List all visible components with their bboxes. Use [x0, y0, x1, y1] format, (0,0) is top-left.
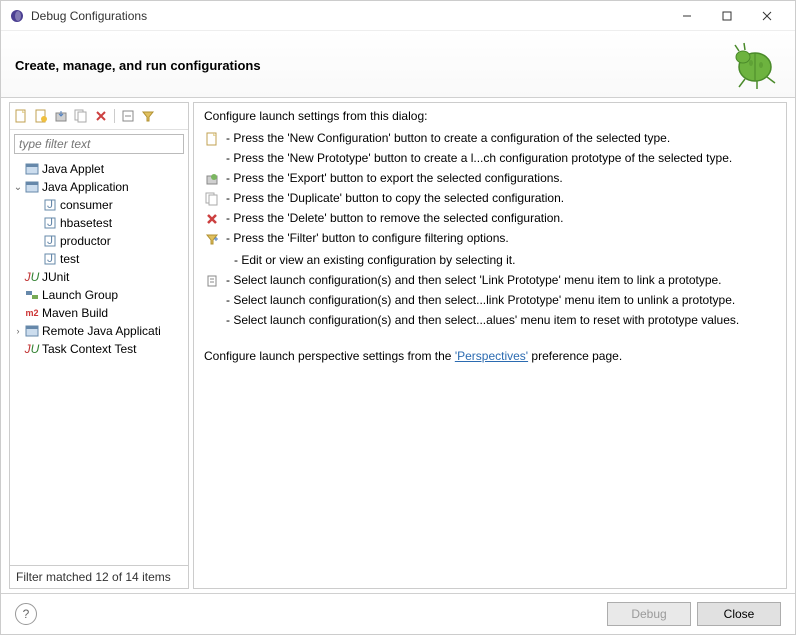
tree-item-launch-group[interactable]: Launch Group [10, 286, 188, 304]
instr-text: - Press the 'Delete' button to remove th… [226, 211, 776, 225]
perspective-text: Configure launch perspective settings fr… [204, 349, 776, 363]
delete-icon [204, 211, 220, 227]
new-config-button[interactable] [12, 107, 30, 125]
task-context-icon: JU [24, 341, 40, 357]
tree-item-maven[interactable]: m2Maven Build [10, 304, 188, 322]
filter-button[interactable] [139, 107, 157, 125]
expander-icon[interactable]: › [12, 326, 24, 336]
instr-del: - Press the 'Delete' button to remove th… [204, 211, 776, 227]
instr-dup: - Press the 'Duplicate' button to copy t… [204, 191, 776, 207]
tree-item-junit[interactable]: JUJUnit [10, 268, 188, 286]
tree-label: JUnit [42, 270, 69, 284]
debug-button: Debug [607, 602, 691, 626]
tree-item-productor[interactable]: Jproductor [10, 232, 188, 250]
java-class-icon: J [42, 233, 58, 249]
collapse-all-button[interactable] [119, 107, 137, 125]
instr-text: - Select launch configuration(s) and the… [226, 293, 776, 307]
tree-item-java-applet[interactable]: Java Applet [10, 160, 188, 178]
content: Java Applet ⌄Java Application Jconsumer … [1, 98, 795, 589]
tree-item-task-context[interactable]: JUTask Context Test [10, 340, 188, 358]
remote-java-icon [24, 323, 40, 339]
instr-text: - Press the 'Filter' button to configure… [226, 231, 776, 245]
java-class-icon: J [42, 197, 58, 213]
tree-item-java-application[interactable]: ⌄ Java Application [10, 178, 188, 196]
filter-icon [204, 231, 220, 247]
tree-item-remote-java[interactable]: › Remote Java Applicati [10, 322, 188, 340]
tree-label: test [60, 252, 79, 266]
svg-text:J: J [47, 253, 53, 265]
toolbar [10, 103, 188, 130]
instr-text: - Press the 'Duplicate' button to copy t… [226, 191, 776, 205]
intro-text: Configure launch settings from this dial… [204, 109, 776, 123]
header-title: Create, manage, and run configurations [15, 58, 261, 73]
maximize-button[interactable] [707, 2, 747, 30]
tree-label: Java Applet [42, 162, 104, 176]
instr-filter: - Press the 'Filter' button to configure… [204, 231, 776, 247]
tree-label: Launch Group [42, 288, 118, 302]
maven-icon: m2 [24, 305, 40, 321]
instr-new: - Press the 'New Configuration' button t… [204, 131, 776, 147]
help-button[interactable]: ? [15, 603, 37, 625]
instr-text: - Select launch configuration(s) and the… [226, 313, 776, 327]
tree-label: Task Context Test [42, 342, 137, 356]
link-icon [204, 273, 220, 289]
eclipse-icon [9, 8, 25, 24]
instr-edit: - Edit or view an existing configuration… [204, 253, 776, 267]
tree-label: Maven Build [42, 306, 108, 320]
bottom-bar: ? Debug Close [1, 593, 795, 634]
instr-export: - Press the 'Export' button to export th… [204, 171, 776, 187]
toolbar-separator [114, 109, 115, 123]
java-app-icon [24, 179, 40, 195]
filter-input[interactable] [14, 134, 184, 154]
expander-icon[interactable]: ⌄ [12, 182, 24, 193]
instr-text: - Press the 'New Prototype' button to cr… [226, 151, 776, 165]
tree-item-hbasetest[interactable]: Jhbasetest [10, 214, 188, 232]
duplicate-button[interactable] [72, 107, 90, 125]
perspectives-link[interactable]: 'Perspectives' [455, 349, 528, 363]
export-button[interactable] [52, 107, 70, 125]
close-button[interactable]: Close [697, 602, 781, 626]
instr-text: - Press the 'Export' button to export th… [226, 171, 776, 185]
tree-label: productor [60, 234, 111, 248]
svg-text:J: J [47, 199, 53, 211]
applet-icon [24, 161, 40, 177]
window-title: Debug Configurations [31, 9, 147, 23]
java-class-icon: J [42, 251, 58, 267]
tree-label: consumer [60, 198, 113, 212]
svg-text:J: J [47, 235, 53, 247]
tree-item-consumer[interactable]: Jconsumer [10, 196, 188, 214]
tree-label: Remote Java Applicati [42, 324, 161, 338]
tree-item-test[interactable]: Jtest [10, 250, 188, 268]
left-pane: Java Applet ⌄Java Application Jconsumer … [9, 102, 189, 589]
instr-text: - Select launch configuration(s) and the… [226, 273, 776, 287]
launch-group-icon [24, 287, 40, 303]
titlebar: Debug Configurations [1, 1, 795, 31]
tree-label: hbasetest [60, 216, 112, 230]
close-window-button[interactable] [747, 2, 787, 30]
java-class-icon: J [42, 215, 58, 231]
delete-button[interactable] [92, 107, 110, 125]
new-icon [204, 131, 220, 147]
instr-reset: - Select launch configuration(s) and the… [204, 313, 776, 329]
svg-text:J: J [47, 217, 53, 229]
config-tree: Java Applet ⌄Java Application Jconsumer … [10, 158, 188, 565]
export-icon [204, 171, 220, 187]
header: Create, manage, and run configurations [1, 31, 795, 98]
bug-icon [725, 41, 781, 89]
tree-label: Java Application [42, 180, 129, 194]
instr-link: - Select launch configuration(s) and the… [204, 273, 776, 289]
instr-unlink: - Select launch configuration(s) and the… [204, 293, 776, 309]
instr-text: - Press the 'New Configuration' button t… [226, 131, 776, 145]
minimize-button[interactable] [667, 2, 707, 30]
right-pane: Configure launch settings from this dial… [193, 102, 787, 589]
new-prototype-button[interactable] [32, 107, 50, 125]
instr-proto: - Press the 'New Prototype' button to cr… [204, 151, 776, 167]
junit-icon: JU [24, 269, 40, 285]
duplicate-icon [204, 191, 220, 207]
filter-status: Filter matched 12 of 14 items [10, 565, 188, 588]
